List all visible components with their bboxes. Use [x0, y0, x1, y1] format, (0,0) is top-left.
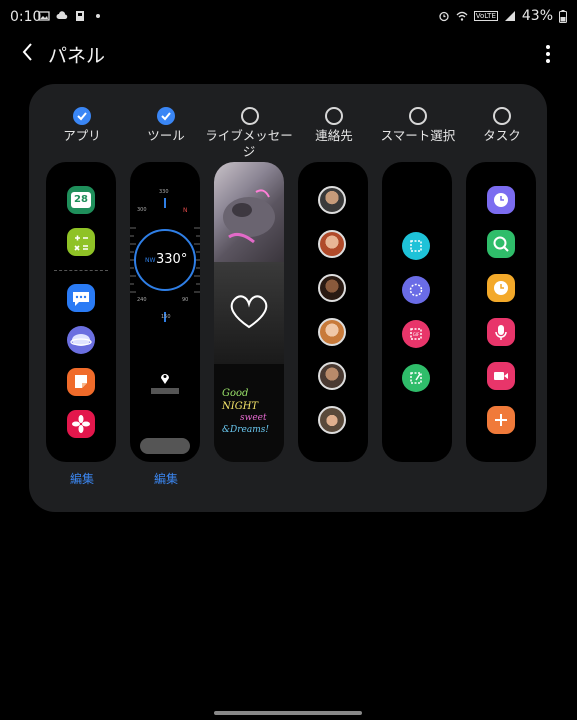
tools-edit-link[interactable]: 編集 — [128, 470, 204, 487]
apps-panel-preview[interactable]: 28 — [46, 162, 116, 462]
status-time: 0:10 — [10, 9, 42, 25]
internet-app-icon — [67, 326, 95, 354]
contacts-panel-label: 連絡先 — [315, 128, 353, 143]
cloud-notification-icon — [56, 11, 68, 19]
status-bar: 0:10 VoLTE 43% — [0, 0, 577, 34]
pet-photo-thumbnail — [214, 162, 284, 262]
wifi-icon — [456, 11, 468, 21]
art-text-line: &Dreams! — [222, 425, 269, 435]
signal-bars-icon — [504, 11, 515, 21]
alarm-icon — [439, 11, 449, 22]
calculator-app-icon — [67, 228, 95, 256]
compass-tick-label: 90 — [182, 297, 189, 303]
voice-recorder-task-icon — [487, 318, 515, 346]
apps-edit-link[interactable]: 編集 — [44, 470, 120, 487]
compass-north-label: N — [183, 207, 188, 214]
heart-photo-thumbnail — [214, 262, 284, 364]
clock-task-icon — [487, 274, 515, 302]
tasks-panel-label: タスク — [483, 128, 521, 143]
good-night-art-thumbnail: Good NIGHT sweet &Dreams! — [214, 364, 284, 462]
compass-tick-label: 300 — [137, 207, 147, 213]
location-pin-icon — [161, 374, 169, 384]
compass-tick-label: 240 — [137, 297, 147, 303]
svg-text:GIF: GIF — [413, 332, 420, 337]
tools-panel-label: ツール — [147, 128, 185, 143]
rectangle-select-icon — [402, 232, 430, 260]
pin-to-screen-icon — [402, 364, 430, 392]
art-text-line: NIGHT — [222, 401, 259, 412]
smart-select-panel-preview[interactable]: GIF — [382, 162, 452, 462]
art-text-line: sweet — [240, 413, 267, 423]
calendar-app-icon: 28 — [67, 186, 95, 214]
contact-avatar — [318, 230, 346, 258]
tasks-checkbox[interactable] — [493, 107, 511, 125]
live-message-panel-preview[interactable]: Good NIGHT sweet &Dreams! — [214, 162, 284, 462]
more-options-icon[interactable] — [539, 42, 557, 66]
gallery-notification-icon — [38, 11, 50, 21]
alarm-task-icon — [487, 186, 515, 214]
apps-panel-label: アプリ — [63, 128, 101, 143]
flashlight-button[interactable] — [140, 438, 190, 454]
contact-avatar — [318, 274, 346, 302]
contact-avatar — [318, 406, 346, 434]
notes-app-icon — [67, 368, 95, 396]
live-message-checkbox[interactable] — [241, 107, 259, 125]
battery-icon — [559, 9, 567, 23]
contact-avatar — [318, 318, 346, 346]
contacts-checkbox[interactable] — [325, 107, 343, 125]
bookmark-notification-icon — [76, 11, 84, 21]
contact-avatar — [318, 186, 346, 214]
apps-checkbox-checked-icon[interactable] — [73, 107, 91, 125]
calendar-day: 28 — [71, 192, 91, 208]
compass-tick-label: 150 — [161, 314, 171, 320]
status-system-icons: VoLTE 43% — [438, 8, 567, 24]
live-message-panel-label: ライブメッセージ — [205, 128, 293, 159]
tools-panel-preview[interactable]: 330 300 240 150 90 N NW 330° — [130, 162, 200, 462]
app-header: パネル — [0, 34, 577, 74]
art-text-line: Good — [222, 388, 249, 399]
status-notification-icons — [38, 10, 104, 22]
add-task-icon — [487, 406, 515, 434]
dot-notification-icon — [96, 14, 100, 18]
tools-checkbox-checked-icon[interactable] — [157, 107, 175, 125]
apps-divider — [54, 270, 108, 271]
back-arrow-icon[interactable] — [16, 40, 40, 64]
compass-tick-label: 330 — [159, 189, 169, 195]
battery-percent: 43% — [521, 8, 553, 24]
contact-avatar — [318, 362, 346, 390]
oval-select-icon — [402, 276, 430, 304]
tasks-panel-preview[interactable] — [466, 162, 536, 462]
video-task-icon — [487, 362, 515, 390]
gallery-app-icon — [67, 410, 95, 438]
messages-app-icon — [67, 284, 95, 312]
animation-select-icon: GIF — [402, 320, 430, 348]
home-indicator-bar[interactable] — [214, 711, 362, 715]
signal-indicator: VoLTE — [473, 11, 498, 21]
location-placeholder-bar — [151, 388, 179, 394]
smart-select-checkbox[interactable] — [409, 107, 427, 125]
search-task-icon — [487, 230, 515, 258]
smart-select-panel-label: スマート選択 — [380, 128, 456, 143]
page-title: パネル — [48, 45, 106, 67]
compass-heading: 330° — [156, 252, 188, 267]
panels-card: アプリ 28 編集 ツール 330 300 240 150 90 N NW 33… — [29, 84, 547, 512]
contacts-panel-preview[interactable] — [298, 162, 368, 462]
compass-direction: NW — [145, 257, 156, 264]
